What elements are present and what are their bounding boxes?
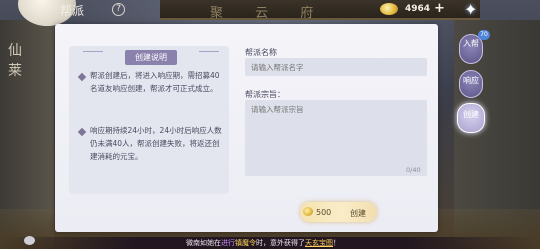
top-bar: ‹ 帮派 ? 4964 + ✦ xyxy=(0,0,540,26)
sparkle-icon[interactable]: ✦ xyxy=(464,0,477,19)
ticker-segment: 微南如她在 xyxy=(186,239,221,247)
info-paragraph: 帮派创建后，将进入响应期，需招募40名道友响应创建，帮派才可正式成立。 xyxy=(90,71,220,93)
join-count-badge: 70 xyxy=(478,30,490,40)
create-button-label: 创建 xyxy=(350,209,366,218)
ticker-segment: 天玄宝图 xyxy=(305,239,333,247)
create-cost: 500 xyxy=(316,208,332,217)
gold-ingot-icon xyxy=(380,3,398,15)
page-title: 帮派 xyxy=(60,4,85,18)
tab-join-label: 入帮 xyxy=(463,39,479,48)
add-currency-icon[interactable]: + xyxy=(434,1,445,16)
guild-name-label: 帮派名称 xyxy=(245,48,277,57)
tab-respond[interactable]: 响应 xyxy=(459,70,483,98)
tab-create-guild[interactable]: 创建 xyxy=(457,103,485,133)
guild-motto-label: 帮派宗旨： xyxy=(245,90,285,99)
ticker-segment: 进行 xyxy=(221,239,235,247)
guild-name-input[interactable] xyxy=(245,58,427,76)
tab-respond-label: 响应 xyxy=(463,76,479,85)
announcement-ticker: 微南如她在进行镇魔令时，意外获得了天玄宝图！ xyxy=(0,237,540,249)
currency-amount: 4964 xyxy=(405,4,431,14)
guild-motto-input[interactable] xyxy=(245,100,427,176)
tab-create-label: 创建 xyxy=(463,110,479,119)
pillar-glyph: 仙 xyxy=(8,43,22,59)
motto-char-count: 0/40 xyxy=(406,166,421,174)
back-arrow-icon[interactable]: ‹ xyxy=(44,2,60,18)
pillar-glyph: 莱 xyxy=(8,63,22,79)
ticker-segment: ！ xyxy=(333,239,340,247)
info-paragraph: 响应期持续24小时，24小时后响应人数仍未满40人，帮派创建失败，将返还创建消耗… xyxy=(90,126,222,161)
ticker-segment: 时，意外获得了 xyxy=(256,239,305,247)
help-icon[interactable]: ? xyxy=(112,3,125,16)
chat-bubble-icon[interactable] xyxy=(24,236,35,245)
gold-ingot-icon xyxy=(303,207,313,216)
ticker-text: 微南如她在进行镇魔令时，意外获得了天玄宝图！ xyxy=(186,238,340,248)
info-title: 创建说明 xyxy=(125,50,177,65)
ticker-segment: 镇魔令 xyxy=(235,239,256,247)
info-title-wrap: 创建说明 xyxy=(83,45,219,65)
